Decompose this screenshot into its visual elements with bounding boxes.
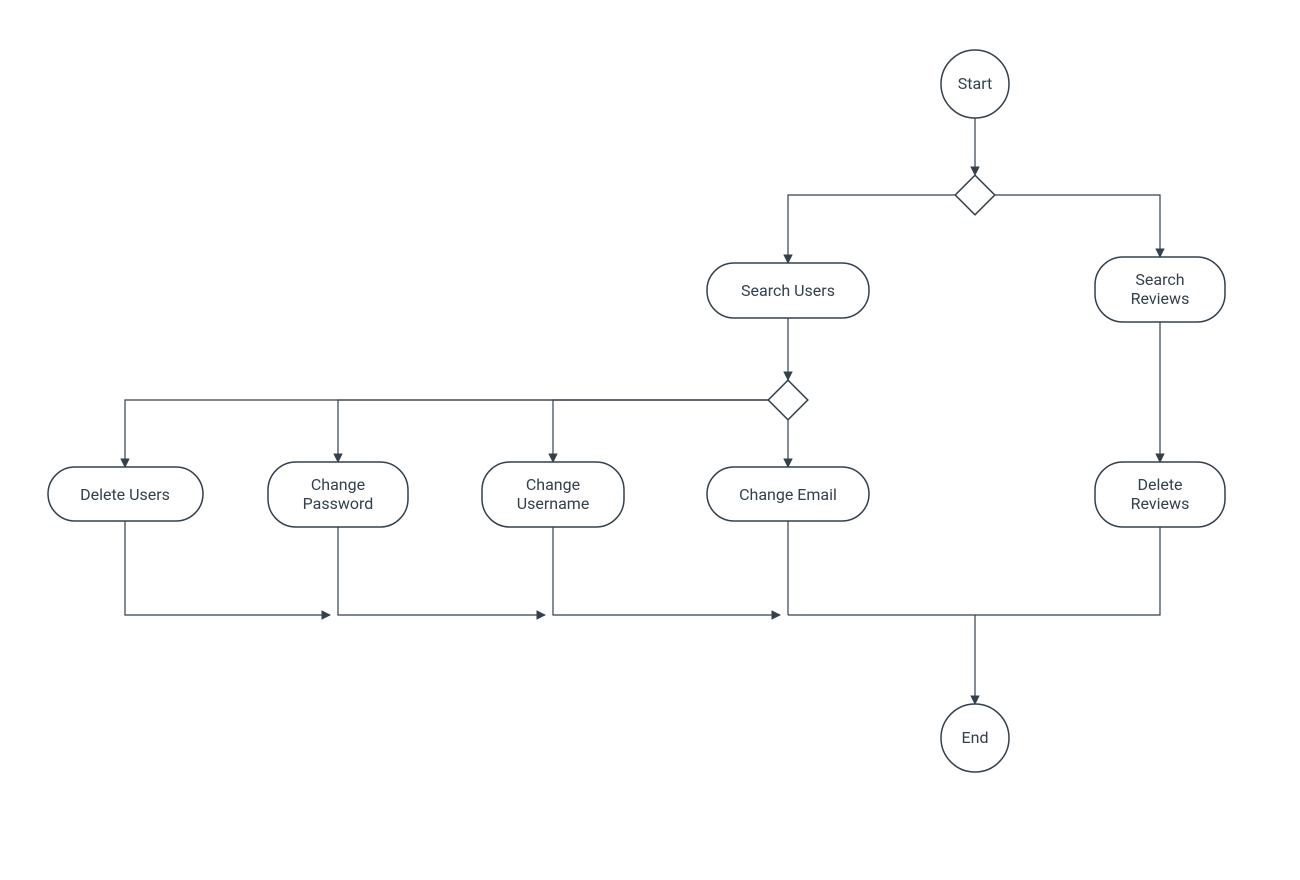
node-search-reviews-label-2: Reviews: [1131, 289, 1190, 308]
node-decision-1: [955, 175, 995, 215]
node-search-reviews: Search Reviews: [1095, 257, 1225, 322]
node-search-reviews-label-1: Search: [1135, 270, 1184, 289]
node-change-password-label-1: Change: [311, 475, 365, 494]
node-delete-users: Delete Users: [48, 467, 203, 521]
node-change-username: Change Username: [482, 462, 624, 527]
node-end-label: End: [962, 728, 989, 747]
node-delete-reviews: Delete Reviews: [1095, 462, 1225, 527]
node-end: End: [941, 704, 1009, 772]
node-change-password: Change Password: [268, 462, 408, 527]
node-search-users-label: Search Users: [741, 281, 835, 300]
node-delete-reviews-label-1: Delete: [1137, 475, 1182, 494]
node-start-label: Start: [958, 74, 992, 93]
edge-decision1-search-users: [788, 195, 955, 263]
node-change-username-label-2: Username: [517, 494, 590, 513]
edge-decision2-change-username: [553, 400, 768, 462]
edge-decision1-search-reviews: [995, 195, 1160, 257]
edge-change-username-merge: [553, 527, 780, 615]
edge-delete-reviews-merge: [788, 527, 1160, 615]
node-search-users: Search Users: [707, 263, 869, 318]
edge-decision2-delete-users: [125, 400, 768, 467]
node-change-email-label: Change Email: [739, 485, 837, 504]
node-decision-2: [768, 380, 808, 420]
node-change-password-label-2: Password: [303, 494, 374, 513]
edge-delete-users-merge: [125, 521, 330, 615]
node-change-username-label-1: Change: [526, 475, 580, 494]
node-delete-users-label: Delete Users: [80, 485, 170, 504]
node-start: Start: [941, 50, 1009, 118]
node-delete-reviews-label-2: Reviews: [1131, 494, 1190, 513]
edge-change-password-merge: [338, 527, 545, 615]
node-change-email: Change Email: [707, 467, 869, 521]
